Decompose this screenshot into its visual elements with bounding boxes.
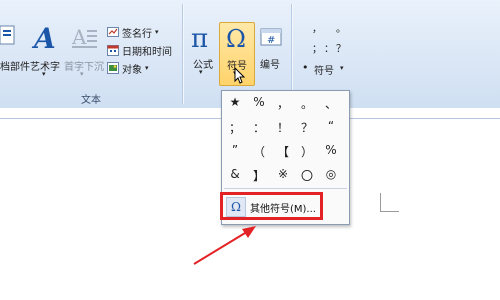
signature-line-button[interactable]: 签名行 ▾ — [107, 24, 159, 40]
symbol-item[interactable]: ？ — [296, 119, 318, 136]
wordart-icon: A — [34, 22, 56, 55]
symbol-button[interactable]: Ω 符号 ▾ — [219, 22, 255, 86]
omega-icon: Ω — [226, 197, 246, 217]
symbol-item[interactable]: 【 — [272, 143, 294, 160]
more-symbols-menu-item[interactable]: Ω 其他符号(M)... — [220, 192, 323, 220]
special-symbol-dot-icon: • — [302, 61, 309, 74]
date-time-button[interactable]: 日期和时间 — [107, 42, 172, 58]
page-margin-corner-mark — [380, 193, 399, 212]
special-glyph-4[interactable]: ： — [324, 40, 334, 55]
symbol-item[interactable]: ★ — [224, 95, 246, 109]
symbol-item[interactable]: % — [320, 143, 342, 157]
signature-line-icon — [107, 27, 119, 37]
symbol-item[interactable]: ： — [248, 119, 270, 136]
special-symbol-label[interactable]: 符号 — [314, 62, 334, 77]
text-group-label: 文本 — [81, 95, 101, 106]
signature-line-label: 签名行 — [122, 28, 152, 40]
symbol-item[interactable]: 〇 — [296, 167, 318, 184]
number-button[interactable]: # 编号 — [256, 22, 288, 84]
symbol-item[interactable]: 、 — [320, 95, 342, 112]
svg-text:A: A — [71, 25, 87, 49]
dropcap-button[interactable]: A 首字下沉 ▾ — [64, 24, 104, 80]
annotation-arrow — [193, 226, 256, 265]
wordart-dropdown-arrow: ▾ — [42, 70, 46, 78]
equation-dropdown-arrow: ▾ — [199, 68, 203, 76]
object-arrow: ▾ — [145, 64, 149, 72]
symbol-item[interactable]: ； — [224, 119, 246, 136]
symbol-item[interactable]: ） — [296, 143, 318, 160]
dropcap-dropdown-arrow: ▾ — [80, 70, 84, 78]
object-button[interactable]: 对象 ▾ — [107, 60, 149, 76]
number-label: 编号 — [260, 60, 280, 71]
symbol-item[interactable]: ◎ — [320, 167, 342, 181]
special-glyph-1[interactable]: ， — [312, 20, 322, 35]
document-parts-label: 档部件 — [0, 62, 30, 73]
calendar-icon — [107, 45, 119, 56]
dropcap-icon: A — [71, 25, 97, 49]
pi-icon: π — [191, 24, 209, 54]
text-group: 档部件 A 艺术字 ▾ A 首字下沉 ▾ 签名行 ▾ 日期和时间 对象 ▾ 文本 — [0, 0, 182, 108]
symbol-item[interactable]: % — [248, 95, 270, 109]
symbol-item[interactable]: 】 — [248, 167, 270, 184]
dropcap-label: 首字下沉 — [64, 62, 104, 73]
document-parts-icon — [0, 25, 15, 45]
symbol-item[interactable]: ” — [224, 143, 246, 157]
signature-line-arrow: ▾ — [155, 28, 159, 36]
symbol-item[interactable]: ， — [272, 95, 294, 112]
special-glyph-2[interactable]: 。 — [336, 20, 346, 35]
document-parts-button[interactable]: 档部件 — [0, 24, 30, 73]
special-glyph-5[interactable]: ？ — [336, 40, 346, 55]
object-label: 对象 — [122, 64, 142, 76]
symbol-item[interactable]: “ — [320, 119, 342, 133]
dropdown-separator — [224, 188, 347, 189]
symbol-item[interactable]: ※ — [272, 167, 294, 181]
symbol-item[interactable]: & — [224, 167, 246, 181]
omega-icon: Ω — [226, 25, 246, 53]
svg-text:#: # — [267, 35, 275, 46]
special-symbol-arrow: ▾ — [340, 64, 344, 72]
wordart-button[interactable]: A 艺术字 ▾ — [28, 22, 62, 80]
symbol-item[interactable]: （ — [248, 143, 270, 160]
symbol-item[interactable]: ！ — [272, 119, 294, 136]
mouse-cursor-icon — [234, 67, 246, 84]
date-time-label: 日期和时间 — [122, 46, 172, 58]
symbol-item[interactable]: 。 — [296, 95, 318, 112]
equation-button[interactable]: π 公式 ▾ — [185, 22, 219, 84]
number-icon: # — [260, 28, 282, 46]
equation-label: 公式 — [193, 60, 213, 71]
more-symbols-label: 其他符号(M)... — [250, 204, 316, 215]
object-icon — [107, 62, 119, 74]
special-glyph-3[interactable]: ； — [312, 40, 322, 55]
